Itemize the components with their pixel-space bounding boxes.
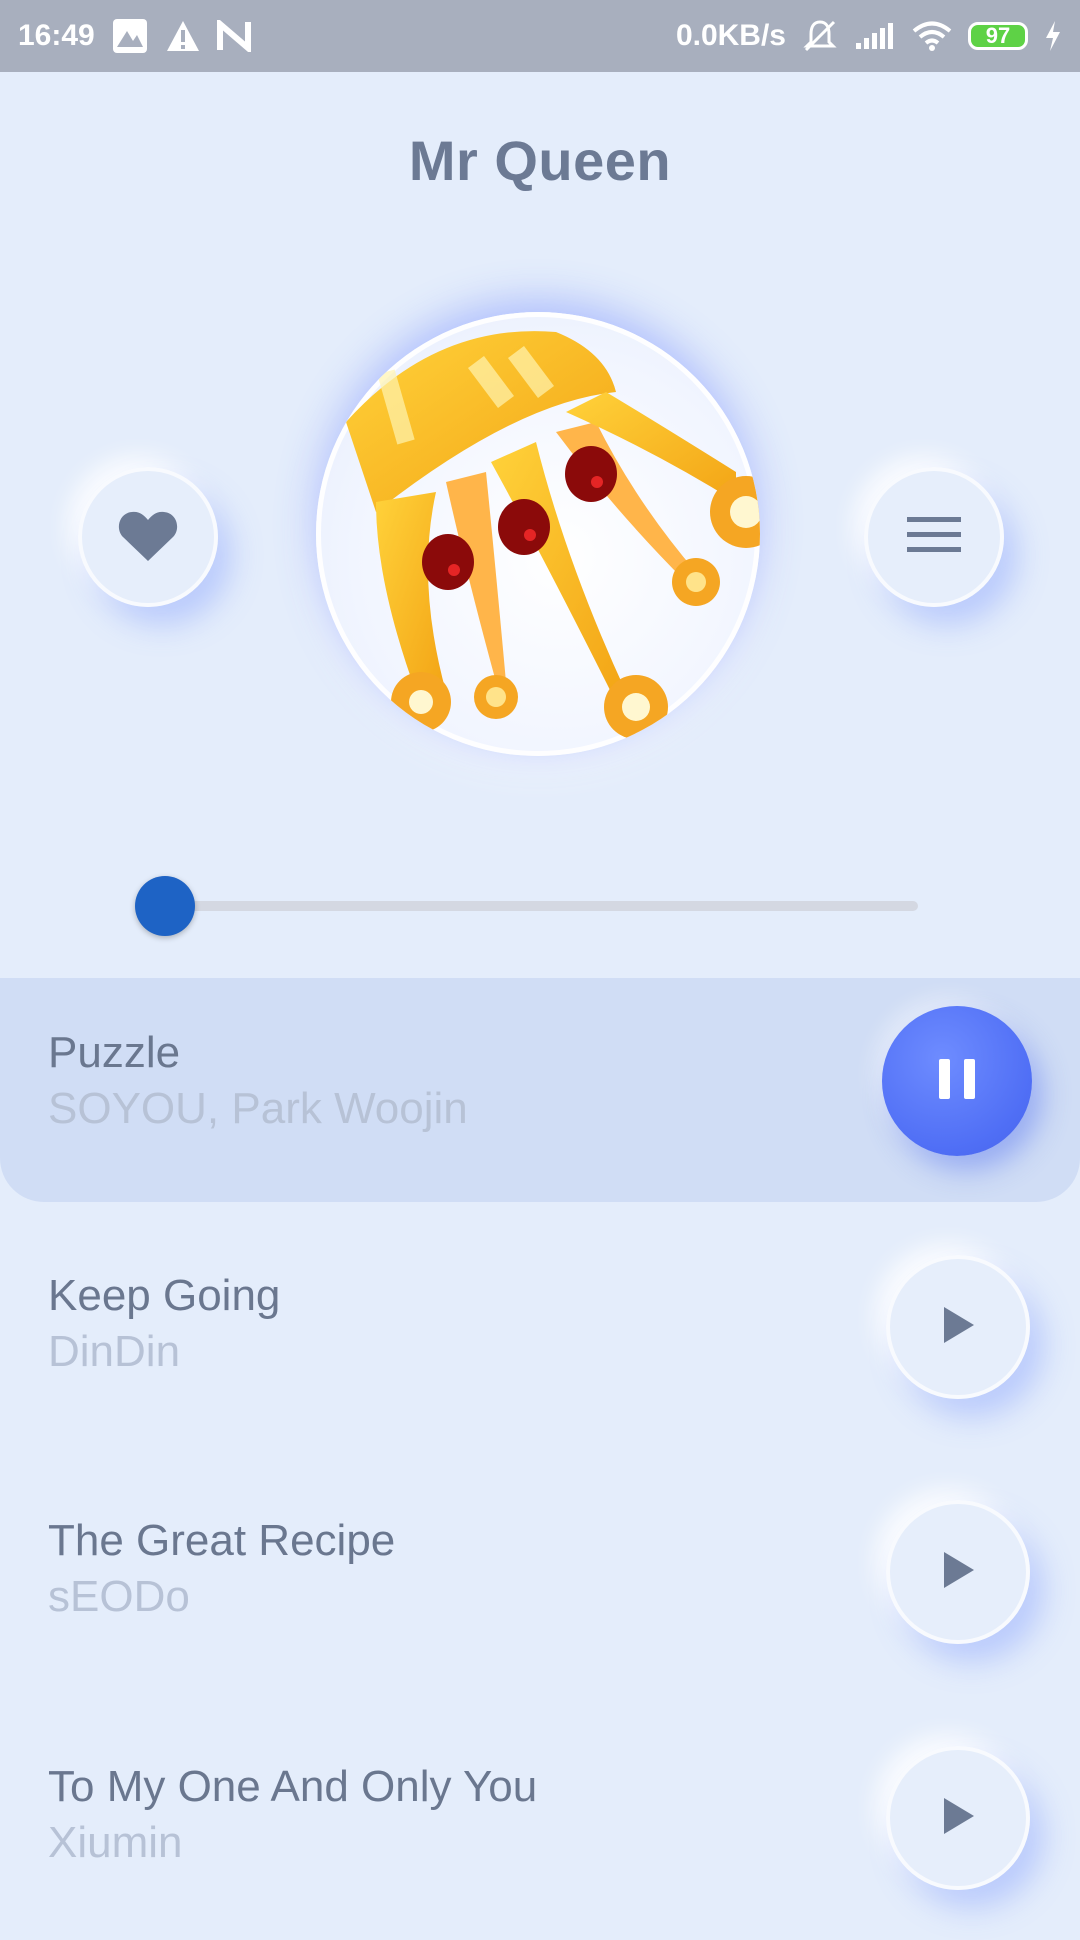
status-time: 16:49 [18, 19, 95, 52]
track-artist: sEODo [48, 1572, 190, 1621]
track-title: Puzzle [48, 1028, 181, 1077]
album-art [316, 312, 760, 756]
gallery-icon [111, 17, 149, 55]
menu-icon [905, 515, 963, 560]
battery-icon: 97 [968, 22, 1028, 50]
page-title: Mr Queen [408, 129, 672, 192]
play-button[interactable] [886, 1746, 1030, 1890]
play-button[interactable] [886, 1255, 1030, 1399]
progress-thumb[interactable] [135, 876, 195, 936]
track-row-the-great-recipe[interactable]: The Great Recipe sEODo [0, 1470, 1080, 1694]
warning-icon [165, 19, 201, 53]
pause-button[interactable] [882, 1006, 1032, 1156]
mute-icon [802, 18, 838, 54]
signal-icon [854, 21, 896, 51]
track-artist: DinDin [48, 1327, 181, 1376]
heart-icon [117, 507, 179, 568]
n-icon [216, 20, 251, 52]
network-speed: 0.0KB/s [675, 19, 786, 52]
track-artist: SOYOU, Park Woojin [48, 1084, 468, 1133]
crown-image [346, 331, 760, 739]
track-title: To My One And Only You [48, 1762, 538, 1811]
pause-icon [937, 1057, 977, 1106]
play-icon [938, 1548, 978, 1597]
charging-icon [1044, 20, 1062, 52]
track-row-to-my-one-and-only-you[interactable]: To My One And Only You Xiumin [0, 1716, 1080, 1940]
progress-track[interactable] [160, 901, 918, 911]
play-icon [938, 1794, 978, 1843]
track-row-puzzle[interactable]: Puzzle SOYOU, Park Woojin [0, 978, 1080, 1202]
favorite-button[interactable] [78, 467, 218, 607]
track-row-keep-going[interactable]: Keep Going DinDin [0, 1225, 1080, 1449]
play-icon [938, 1303, 978, 1352]
track-title: Keep Going [48, 1271, 281, 1320]
track-artist: Xiumin [48, 1818, 183, 1867]
wifi-icon [912, 20, 952, 52]
status-bar: 16:49 0.0KB/s 97 [0, 0, 1080, 72]
track-title: The Great Recipe [48, 1516, 396, 1565]
play-button[interactable] [886, 1500, 1030, 1644]
menu-button[interactable] [864, 467, 1004, 607]
